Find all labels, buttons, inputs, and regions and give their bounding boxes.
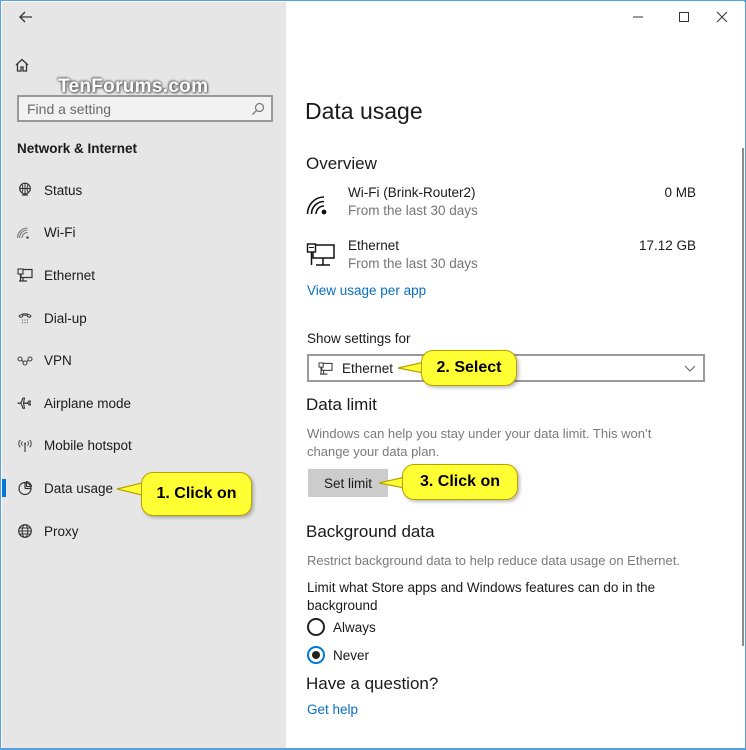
search-input[interactable]: [27, 100, 251, 117]
vpn-icon: [16, 352, 33, 369]
overview-heading: Overview: [306, 154, 377, 173]
callout-select-network: 2. Select: [421, 350, 517, 386]
page-title: Data usage: [305, 98, 423, 124]
dropdown-selected-value: Ethernet: [342, 360, 394, 376]
wifi-icon: [306, 196, 327, 215]
home-icon: [15, 58, 29, 72]
radio-circle-checked[interactable]: [307, 646, 325, 664]
search-icon[interactable]: [251, 102, 265, 116]
overview-network-name: Ethernet: [348, 238, 400, 253]
sidebar-item-label: Dial-up: [44, 310, 87, 326]
background-data-description: Restrict background data to help reduce …: [307, 553, 680, 568]
minimize-button[interactable]: [615, 2, 661, 32]
ethernet-icon: [318, 361, 333, 375]
sidebar-item-wifi[interactable]: Wi-Fi: [2, 212, 286, 255]
radio-label: Always: [333, 619, 376, 635]
globe-icon: [16, 523, 33, 540]
settings-window: TenForums.com Network & Internet Status …: [0, 0, 746, 750]
wifi-icon: [16, 224, 33, 241]
overview-period: From the last 30 days: [348, 203, 478, 218]
overview-usage-value: 0 MB: [664, 185, 696, 200]
show-settings-label: Show settings for: [307, 331, 411, 346]
chevron-down-icon: [684, 365, 696, 372]
section-title: Network & Internet: [17, 141, 138, 156]
sidebar-item-label: Mobile hotspot: [44, 438, 132, 454]
data-limit-description: Windows can help you stay under your dat…: [307, 425, 651, 461]
data-usage-icon: [16, 480, 33, 497]
sidebar-item-proxy[interactable]: Proxy: [2, 510, 286, 553]
ethernet-icon: [16, 267, 33, 284]
sidebar-item-label: Ethernet: [44, 267, 96, 283]
background-question-line2: background: [307, 598, 378, 613]
overview-period: From the last 30 days: [348, 256, 478, 271]
sidebar-item-label: Status: [44, 182, 83, 198]
set-limit-button[interactable]: Set limit: [308, 469, 388, 497]
back-arrow-icon: [19, 11, 32, 23]
sidebar-item-dialup[interactable]: Dial-up: [2, 297, 286, 340]
background-question-line1: Limit what Store apps and Windows featur…: [307, 580, 656, 595]
sidebar-item-ethernet[interactable]: Ethernet: [2, 254, 286, 297]
back-button[interactable]: [14, 6, 38, 28]
scrollbar[interactable]: [742, 148, 744, 646]
minimize-icon: [633, 16, 643, 18]
data-limit-desc-line2: change your data plan.: [307, 444, 440, 459]
sidebar-item-mobile-hotspot[interactable]: Mobile hotspot: [2, 425, 286, 468]
overview-row-wifi: Wi-Fi (Brink-Router2) From the last 30 d…: [306, 185, 696, 221]
overview-usage-value: 17.12 GB: [638, 238, 696, 253]
close-icon: [716, 11, 728, 23]
background-question: Limit what Store apps and Windows featur…: [307, 579, 655, 615]
sidebar-item-label: Data usage: [44, 480, 114, 496]
radio-never[interactable]: Never: [307, 645, 369, 665]
sidebar-item-vpn[interactable]: VPN: [2, 339, 286, 382]
maximize-icon: [679, 12, 689, 22]
sidebar-item-label: Proxy: [44, 523, 79, 539]
sidebar-item-airplane-mode[interactable]: Airplane mode: [2, 382, 286, 425]
home-button[interactable]: [14, 57, 34, 77]
data-limit-heading: Data limit: [306, 395, 377, 414]
get-help-link[interactable]: Get help: [307, 702, 358, 717]
close-button[interactable]: [699, 2, 745, 32]
sidebar-item-status[interactable]: Status: [2, 169, 286, 212]
radio-label: Never: [333, 647, 370, 663]
callout-click-set-limit: 3. Click on: [402, 464, 518, 500]
callout-click-data-usage: 1. Click on: [141, 472, 252, 516]
overview-network-name: Wi-Fi (Brink-Router2): [348, 185, 476, 200]
dialup-phone-icon: [16, 310, 33, 327]
background-data-heading: Background data: [306, 522, 435, 541]
help-heading: Have a question?: [306, 674, 439, 693]
radio-always[interactable]: Always: [307, 617, 376, 637]
search-box[interactable]: [17, 95, 273, 122]
overview-row-ethernet: Ethernet From the last 30 days 17.12 GB: [306, 238, 696, 274]
sidebar-item-label: Airplane mode: [44, 395, 132, 411]
main-content: Data usage Overview Wi-Fi (Brink-Router2…: [286, 2, 745, 748]
radio-circle[interactable]: [307, 618, 325, 636]
sidebar: TenForums.com Network & Internet Status …: [2, 2, 286, 748]
data-limit-desc-line1: Windows can help you stay under your dat…: [307, 426, 652, 441]
globe-monitor-icon: [16, 182, 33, 199]
airplane-icon: [16, 395, 33, 412]
ethernet-icon: [306, 243, 335, 266]
sidebar-item-label: Wi-Fi: [44, 225, 76, 241]
sidebar-item-label: VPN: [44, 353, 72, 369]
view-usage-per-app-link[interactable]: View usage per app: [307, 283, 426, 298]
hotspot-icon: [16, 437, 33, 454]
